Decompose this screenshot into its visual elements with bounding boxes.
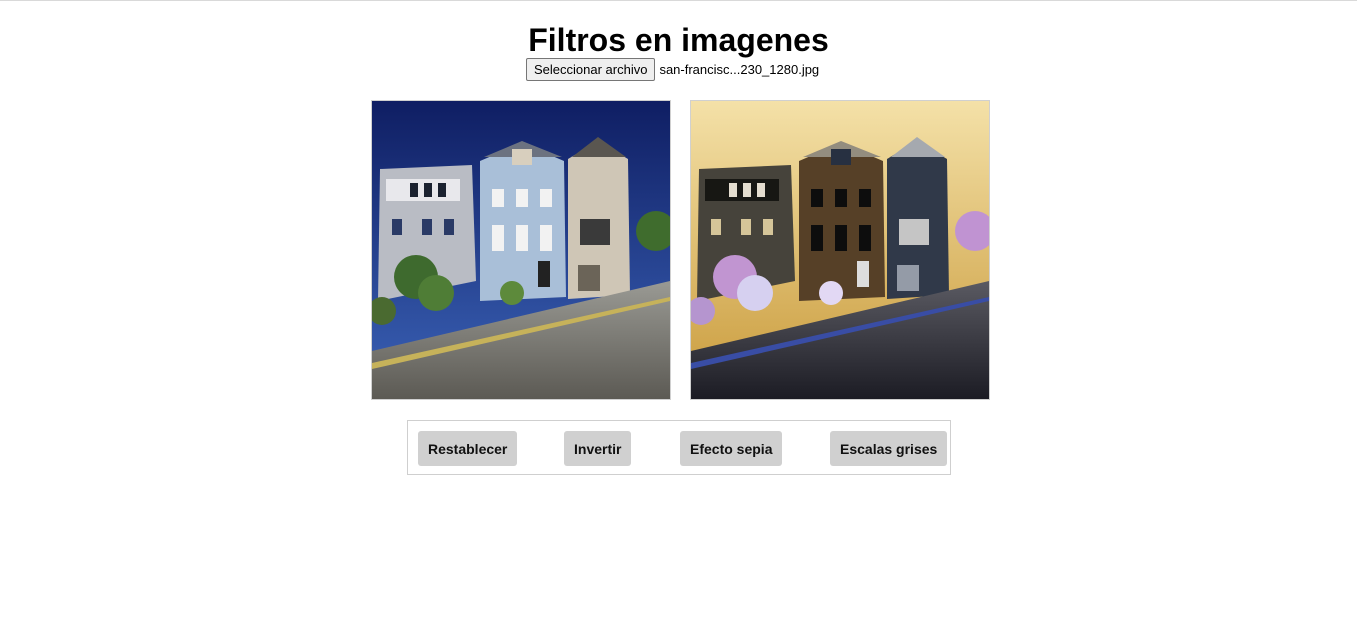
filtered-image-graphic xyxy=(691,101,989,399)
filter-controls: Restablecer Invertir Efecto sepia Escala… xyxy=(407,420,951,475)
grayscale-button[interactable]: Escalas grises xyxy=(830,431,948,466)
invert-button[interactable]: Invertir xyxy=(564,431,632,466)
reset-button[interactable]: Restablecer xyxy=(418,431,518,466)
choose-file-button[interactable]: Seleccionar archivo xyxy=(526,58,656,81)
page-title: Filtros en imagenes xyxy=(528,22,829,58)
sepia-button[interactable]: Efecto sepia xyxy=(680,431,783,466)
file-input-row: Seleccionar archivo san-francisc...230_1… xyxy=(526,58,820,81)
filtered-image xyxy=(690,100,990,400)
selected-file-name: san-francisc...230_1280.jpg xyxy=(659,62,820,77)
top-divider xyxy=(0,0,1357,1)
original-image xyxy=(371,100,671,400)
original-image-graphic xyxy=(372,101,670,399)
